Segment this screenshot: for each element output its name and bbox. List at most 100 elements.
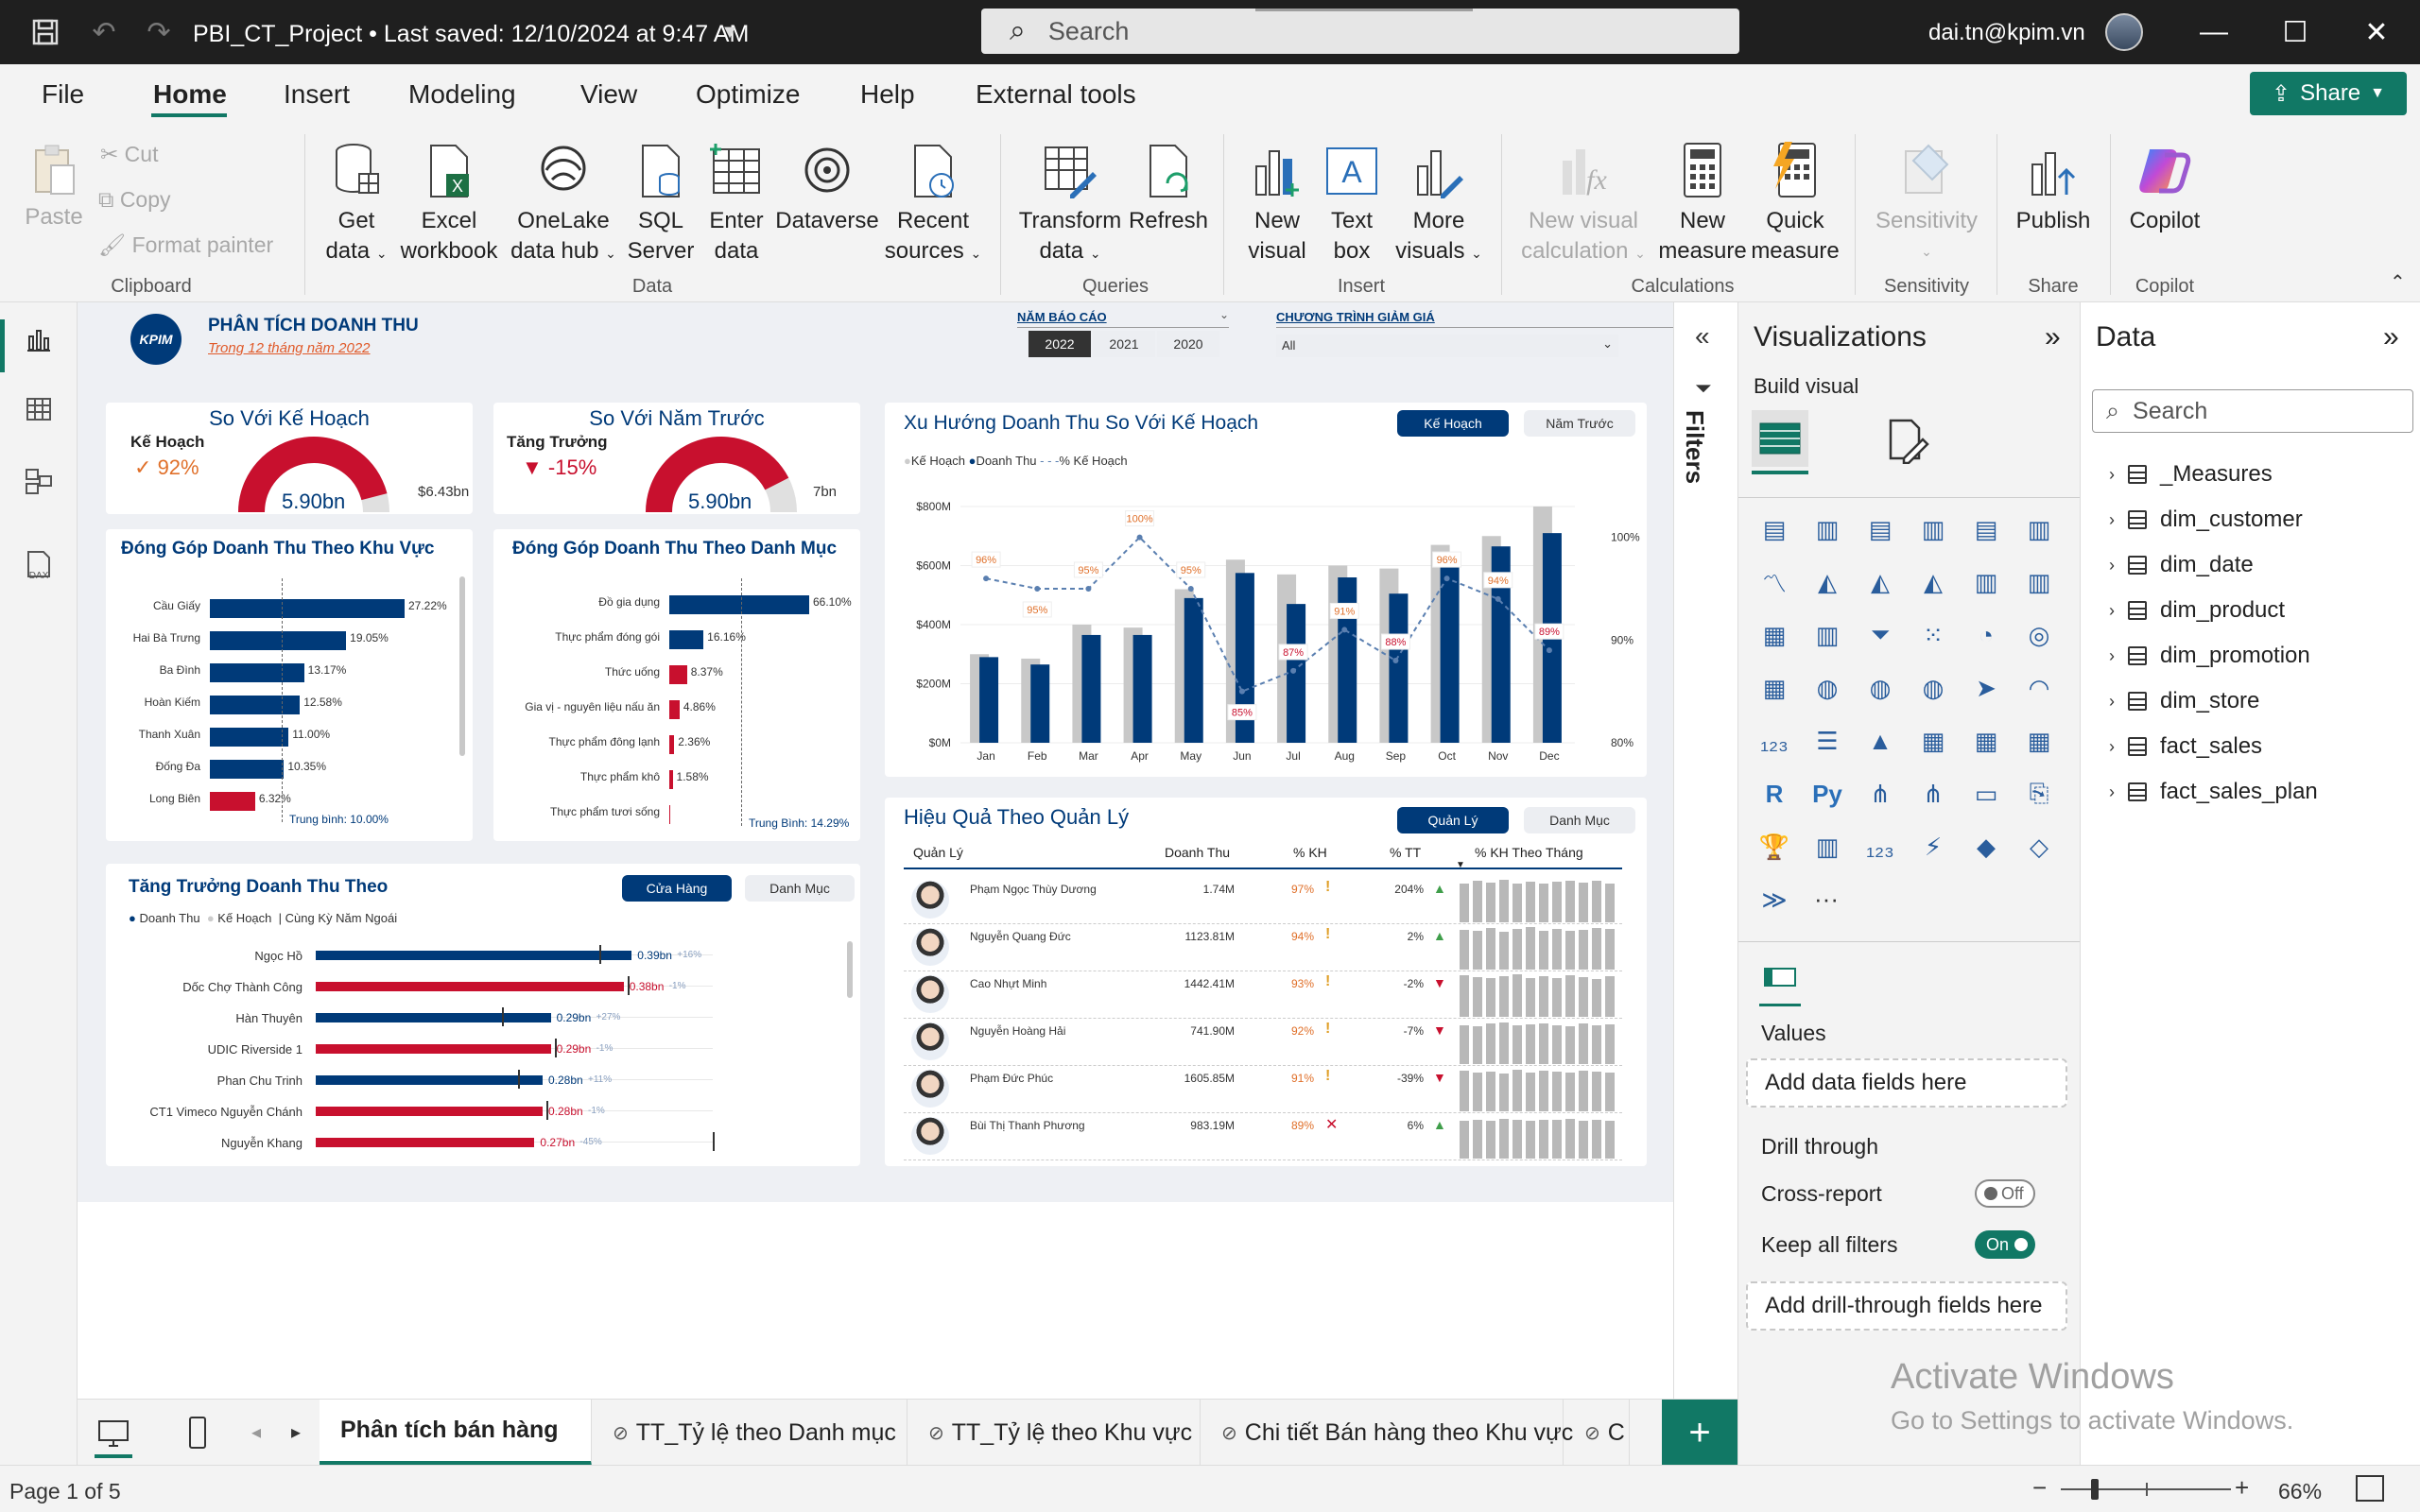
user-email[interactable]: dai.tn@kpim.vn xyxy=(1928,20,2085,46)
clustered-bar-chart-icon[interactable]: ▤ xyxy=(1861,510,1899,548)
recent-sources-button[interactable]: Recent sources ⌄ xyxy=(881,142,985,268)
report-view-icon[interactable] xyxy=(19,319,59,359)
store-growth-bar[interactable] xyxy=(316,1013,551,1022)
trend-tab-plan[interactable]: Kế Hoạch xyxy=(1397,410,1509,437)
region-bar[interactable] xyxy=(210,631,347,650)
matrix-icon[interactable]: ▦ xyxy=(2020,722,2058,760)
year-option-2021[interactable]: 2021 xyxy=(1093,331,1155,357)
table-icon[interactable]: ▦ xyxy=(1967,722,2005,760)
zoom-slider-thumb[interactable] xyxy=(2091,1479,2099,1500)
manager-table-row[interactable]: Nguyễn Quang Đức 1123.81M 94%! 2% ▲ xyxy=(904,924,1622,971)
100-stacked-bar-chart-icon[interactable]: ▤ xyxy=(1967,510,2005,548)
values-drop-zone[interactable]: Add data fields here xyxy=(1746,1058,2067,1108)
copy-button[interactable]: ⧉ Copy xyxy=(98,187,171,213)
line-and-clustered-column-chart-icon[interactable]: ▥ xyxy=(2020,563,2058,601)
cross-report-toggle[interactable]: Off xyxy=(1975,1179,2035,1208)
menu-insert[interactable]: Insert xyxy=(284,79,350,110)
manager-tab-manager[interactable]: Quản Lý xyxy=(1397,807,1509,833)
format-painter-button[interactable]: 🖌 Format painter xyxy=(98,232,273,258)
manager-table-row[interactable]: Phạm Ngọc Thùy Dương 1.74M 97%! 204% ▲ xyxy=(904,877,1622,924)
text-box-button[interactable]: A Text box xyxy=(1316,142,1388,266)
category-bar[interactable] xyxy=(669,805,671,824)
line-chart-icon[interactable]: 〽 xyxy=(1755,563,1793,601)
global-search-box[interactable]: ⌕ Search xyxy=(981,9,1739,54)
card-icon[interactable]: ₁₂₃ xyxy=(1755,722,1793,760)
arcgis-map-icon[interactable]: ◆ xyxy=(1967,828,2005,866)
manager-tab-category[interactable]: Danh Mục xyxy=(1524,807,1635,833)
category-bar[interactable] xyxy=(669,595,809,614)
manager-table-row[interactable]: Cao Nhựt Minh 1442.41M 93%! -2% ▼ xyxy=(904,971,1622,1019)
new-measure-button[interactable]: New measure xyxy=(1658,142,1747,266)
store-growth-bar[interactable] xyxy=(316,982,624,991)
zoom-in-icon[interactable]: + xyxy=(2235,1473,2249,1503)
category-bar[interactable] xyxy=(669,700,680,719)
save-icon[interactable] xyxy=(26,13,64,51)
power-automate-icon[interactable]: ≫ xyxy=(1755,881,1793,919)
format-visual-tab-icon[interactable] xyxy=(1880,414,1933,467)
manager-performance-card[interactable]: Hiệu Quả Theo Quản Lý Quản Lý Danh Mục Q… xyxy=(885,798,1647,1166)
clustered-column-chart-icon[interactable]: ▥ xyxy=(1914,510,1952,548)
data-search-box[interactable]: ⌕ Search xyxy=(2092,389,2413,433)
transform-data-button[interactable]: Transform data ⌄ xyxy=(1017,142,1123,268)
new-visual-calculation-button[interactable]: fx New visual calculation ⌄ xyxy=(1512,142,1654,268)
page-tab[interactable]: ⊘ TT_Tỷ lệ theo Danh mục xyxy=(592,1400,908,1466)
publish-button[interactable]: Publish xyxy=(2012,142,2095,236)
ribbon-chart-icon[interactable]: ▦ xyxy=(1755,616,1793,654)
region-contribution-card[interactable]: Đóng Góp Doanh Thu Theo Khu Vực Cầu Giấy… xyxy=(106,529,473,841)
add-page-button[interactable]: + xyxy=(1662,1400,1737,1466)
category-bar[interactable] xyxy=(669,735,675,754)
region-bar[interactable] xyxy=(210,792,255,811)
fit-to-page-icon[interactable] xyxy=(2356,1475,2384,1502)
store-growth-bar[interactable] xyxy=(316,951,632,960)
paste-button[interactable]: Paste xyxy=(21,142,87,232)
new-visual-button[interactable]: New visual xyxy=(1238,142,1316,266)
minimize-icon[interactable]: — xyxy=(2191,11,2237,53)
zoom-slider[interactable] xyxy=(2061,1479,2231,1500)
filled-map-icon[interactable]: ◍ xyxy=(1861,669,1899,707)
maximize-icon[interactable]: ☐ xyxy=(2273,11,2318,53)
smart-narrative-icon[interactable]: ⎘ xyxy=(2020,775,2058,813)
scatter-chart-icon[interactable]: ⁙ xyxy=(1914,616,1952,654)
python-visual-icon[interactable]: Py xyxy=(1808,775,1846,813)
sensitivity-button[interactable]: Sensitivity ⌄ xyxy=(1870,142,1983,266)
data-table-item[interactable]: › dim_product xyxy=(2109,592,2285,629)
page-tab[interactable]: ⊘ TT_Tỷ lệ theo Khu vực xyxy=(908,1400,1201,1466)
expand-chevron-icon[interactable]: › xyxy=(2109,465,2115,485)
year-option-2020[interactable]: 2020 xyxy=(1157,331,1219,357)
table-view-icon[interactable] xyxy=(19,389,59,429)
expand-chevron-icon[interactable]: › xyxy=(2109,782,2115,802)
gauge-card-prev-year[interactable]: So Với Năm Trước Tăng Trưởng ▼ -15% 5.90… xyxy=(493,403,860,514)
filters-pane-collapsed[interactable]: « ⏷ Filters xyxy=(1673,302,1737,1465)
paginated-report-icon[interactable]: ▥ xyxy=(1808,828,1846,866)
title-dropdown-icon[interactable]: ▼ xyxy=(711,13,749,51)
store-growth-tab-store[interactable]: Cửa Hàng xyxy=(622,875,732,902)
dataverse-button[interactable]: Dataverse xyxy=(773,142,881,236)
store-growth-bar[interactable] xyxy=(316,1138,535,1147)
dax-query-view-icon[interactable]: DAX xyxy=(19,544,59,584)
page-tab[interactable]: ⊘ C xyxy=(1564,1400,1630,1466)
store-growth-scrollbar[interactable] xyxy=(847,941,853,998)
model-view-icon[interactable] xyxy=(19,461,59,501)
onelake-data-hub-button[interactable]: OneLake data hub ⌄ xyxy=(503,142,624,268)
funnel-chart-icon[interactable]: ⏷ xyxy=(1861,616,1899,654)
data-table-item[interactable]: › dim_date xyxy=(2109,546,2254,584)
quick-measure-button[interactable]: Quick measure xyxy=(1751,142,1840,266)
redo-icon[interactable]: ↷ xyxy=(140,13,178,51)
data-table-item[interactable]: › fact_sales xyxy=(2109,728,2262,765)
qa-visual-icon[interactable]: ▭ xyxy=(1967,775,2005,813)
manager-table-row[interactable]: Phạm Đức Phúc 1605.85M 91%! -39% ▼ xyxy=(904,1066,1622,1113)
menu-modeling[interactable]: Modeling xyxy=(408,79,516,110)
store-growth-card[interactable]: Tăng Trưởng Doanh Thu Theo Cửa Hàng Danh… xyxy=(106,864,860,1166)
slicer-icon[interactable]: ▦ xyxy=(1914,722,1952,760)
donut-chart-icon[interactable]: ◎ xyxy=(2020,616,2058,654)
region-bar[interactable] xyxy=(210,760,285,779)
shape-map-icon[interactable]: ◍ xyxy=(1914,669,1952,707)
more-visuals-ellipsis[interactable]: ··· xyxy=(1814,885,1839,914)
category-bar[interactable] xyxy=(669,665,687,684)
cut-button[interactable]: ✂ Cut xyxy=(100,142,158,167)
tabs-next-icon[interactable]: ▸ xyxy=(291,1420,301,1444)
map-icon[interactable]: ◍ xyxy=(1808,669,1846,707)
menu-external-tools[interactable]: External tools xyxy=(976,79,1136,110)
100-stacked-column-chart-icon[interactable]: ▥ xyxy=(2020,510,2058,548)
kpi-icon[interactable]: ▲ xyxy=(1861,722,1899,760)
